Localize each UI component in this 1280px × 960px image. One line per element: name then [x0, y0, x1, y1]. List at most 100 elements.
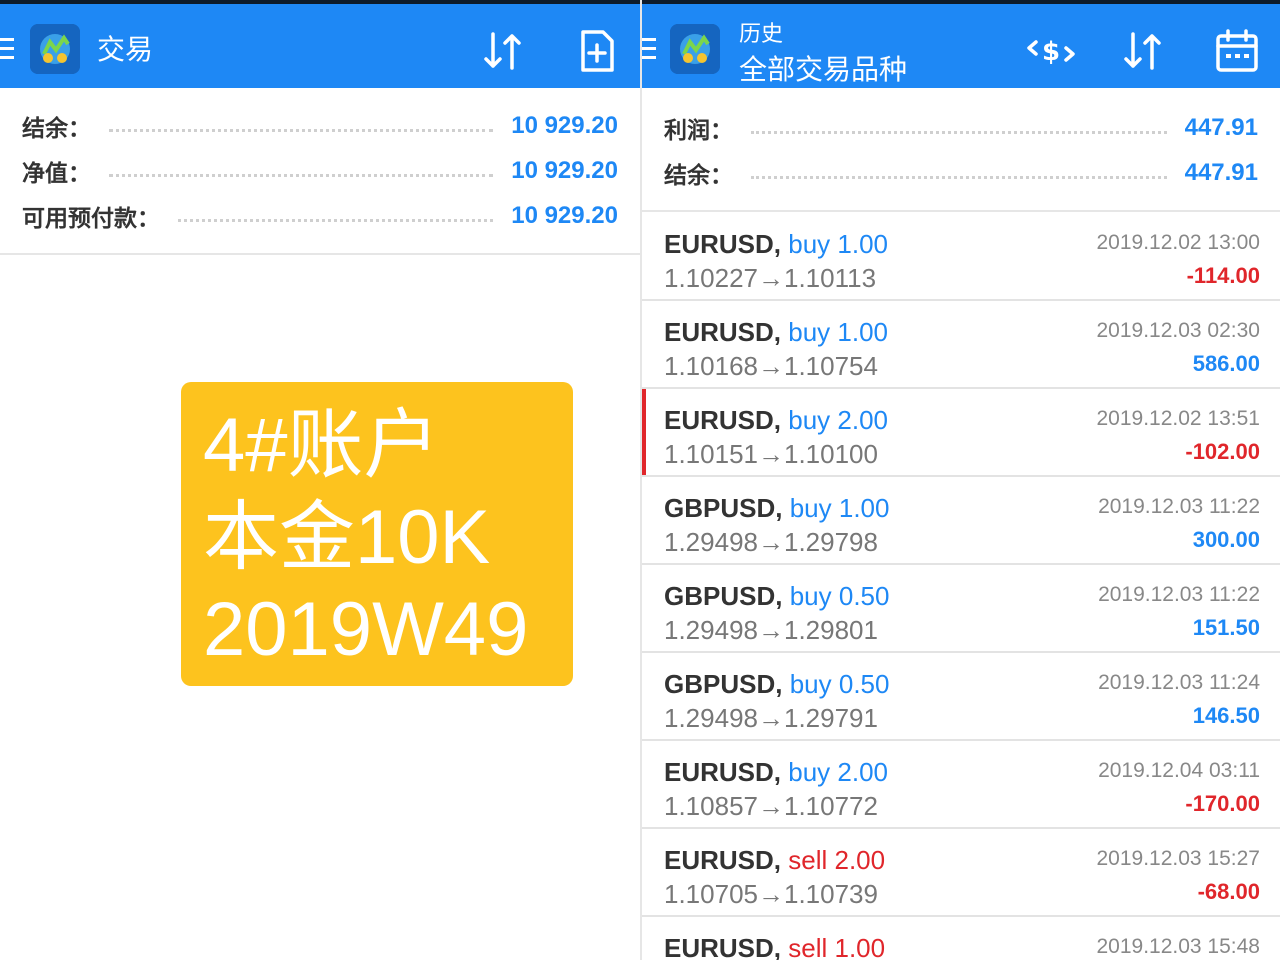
- trade-side: buy 0.50: [790, 581, 890, 611]
- profit-value: 447.91: [1184, 114, 1258, 141]
- trade-prices: 1.29498→1.29791: [664, 703, 878, 734]
- trade-time: 2019.12.03 11:22: [1098, 583, 1260, 606]
- trade-direction: buy: [788, 405, 831, 435]
- trade-direction: sell: [788, 933, 828, 960]
- trade-row[interactable]: EURUSD, buy 1.00 1.10227→1.10113 2019.12.0…: [642, 213, 1280, 301]
- top-app-bar: 交易: [0, 0, 640, 88]
- svg-text:$: $: [1042, 37, 1060, 67]
- close-price: 1.29791: [783, 703, 878, 733]
- trade-profit: 586.00: [1192, 351, 1260, 376]
- trade-title: GBPUSD, buy 0.50: [664, 669, 889, 700]
- deposit-filter-icon[interactable]: $: [1026, 28, 1075, 74]
- dotted-leader: [751, 130, 1167, 134]
- trade-symbol: EURUSD,: [664, 845, 782, 875]
- page-title: 历史: [739, 21, 784, 46]
- sort-icon[interactable]: [480, 28, 526, 74]
- trade-time: 2019.12.03 11:22: [1098, 495, 1260, 518]
- new-order-icon[interactable]: [574, 28, 620, 74]
- trade-title: EURUSD, buy 2.00: [664, 405, 888, 436]
- balance-row: 结余： 10 929.20: [22, 106, 618, 146]
- arrow-icon: →: [757, 615, 784, 645]
- divider: [0, 253, 640, 255]
- trade-side: buy 2.00: [788, 757, 888, 787]
- trade-row[interactable]: GBPUSD, buy 1.00 1.29498→1.29798 2019.12.0…: [642, 477, 1280, 565]
- trade-side: buy 1.00: [788, 317, 888, 347]
- trade-row[interactable]: EURUSD, buy 2.00 1.10857→1.10772 2019.12.0…: [642, 741, 1280, 829]
- trade-row[interactable]: EURUSD, buy 2.00 1.10151→1.10100 2019.12.0…: [642, 389, 1280, 477]
- menu-icon[interactable]: [642, 38, 656, 60]
- trade-volume: 0.50: [838, 581, 890, 611]
- free-margin-row: 可用预付款： 10 929.20: [22, 196, 618, 236]
- trade-profit: 146.50: [1192, 703, 1260, 728]
- trade-direction: sell: [788, 845, 828, 875]
- trade-symbol: GBPUSD,: [664, 669, 783, 699]
- trade-side: buy 2.00: [788, 405, 888, 435]
- open-price: 1.10227: [664, 263, 758, 293]
- trade-prices: 1.29498→1.29798: [664, 527, 878, 558]
- trade-side: buy 1.00: [788, 229, 888, 259]
- menu-icon[interactable]: [0, 38, 14, 60]
- trade-row[interactable]: GBPUSD, buy 0.50 1.29498→1.29801 2019.12.0…: [642, 565, 1280, 653]
- calendar-icon[interactable]: [1214, 28, 1260, 74]
- badge-line-capital: 本金10K: [203, 495, 491, 580]
- close-price: 1.10113: [783, 263, 877, 293]
- divider: [642, 210, 1280, 212]
- trade-side: buy 0.50: [790, 669, 890, 699]
- trade-direction: buy: [788, 757, 831, 787]
- trade-symbol: EURUSD,: [664, 317, 782, 347]
- trade-row[interactable]: EURUSD, sell 2.00 1.10705→1.10739 2019.12.…: [642, 829, 1280, 917]
- history-screen: 历史 全部交易品种 $ 利润： 447.91 结余： 447.91 EURUSD…: [640, 0, 1280, 960]
- trade-side: sell 1.00: [788, 933, 885, 960]
- open-price: 1.29498: [664, 615, 758, 645]
- free-margin-label: 可用预付款：: [22, 205, 160, 231]
- trade-profit: -170.00: [1185, 791, 1260, 816]
- app-logo-icon: [670, 24, 720, 74]
- trade-volume: 1.00: [837, 317, 889, 347]
- trade-row[interactable]: EURUSD, sell 1.00 2019.12.03 15:48: [642, 917, 1280, 960]
- trade-profit: -114.00: [1186, 263, 1260, 288]
- selected-marker: [642, 389, 646, 475]
- trade-time: 2019.12.02 13:00: [1096, 231, 1261, 254]
- open-price: 1.10857: [664, 791, 758, 821]
- trade-title: EURUSD, sell 2.00: [664, 845, 885, 876]
- trade-symbol: EURUSD,: [664, 405, 782, 435]
- trade-direction: buy: [789, 493, 832, 523]
- trade-row[interactable]: GBPUSD, buy 0.50 1.29498→1.29791 2019.12.0…: [642, 653, 1280, 741]
- equity-label: 净值：: [22, 160, 91, 186]
- equity-row: 净值： 10 929.20: [22, 151, 618, 191]
- trade-profit: -102.00: [1185, 439, 1260, 464]
- trade-prices: 1.10227→1.10113: [664, 263, 876, 294]
- trade-time: 2019.12.03 02:30: [1096, 319, 1261, 342]
- close-price: 1.10739: [783, 879, 878, 909]
- trade-title: GBPUSD, buy 1.00: [664, 493, 889, 524]
- trade-time: 2019.12.02 13:51: [1096, 407, 1261, 430]
- trade-title: EURUSD, buy 2.00: [664, 757, 888, 788]
- trade-title: EURUSD, sell 1.00: [664, 933, 885, 960]
- dotted-leader: [109, 173, 494, 177]
- trade-time: 2019.12.03 15:48: [1096, 935, 1261, 958]
- trade-symbol: GBPUSD,: [664, 581, 783, 611]
- trade-symbol: EURUSD,: [664, 933, 782, 960]
- trade-symbol: EURUSD,: [664, 757, 782, 787]
- trade-time: 2019.12.04 03:11: [1098, 759, 1260, 782]
- balance-value: 10 929.20: [511, 112, 618, 139]
- trade-profit: 300.00: [1192, 527, 1260, 552]
- top-app-bar: 历史 全部交易品种 $: [642, 0, 1280, 88]
- close-price: 1.10754: [783, 351, 878, 381]
- trade-prices: 1.10168→1.10754: [664, 351, 878, 382]
- trade-row[interactable]: EURUSD, buy 1.00 1.10168→1.10754 2019.12.0…: [642, 301, 1280, 389]
- trade-prices: 1.10151→1.10100: [664, 439, 878, 470]
- balance-label: 结余：: [664, 162, 733, 188]
- profit-label: 利润：: [664, 117, 733, 143]
- trade-title: GBPUSD, buy 0.50: [664, 581, 889, 612]
- trade-symbol: EURUSD,: [664, 229, 782, 259]
- arrow-icon: →: [757, 527, 784, 557]
- account-badge: 4#账户 本金10K 2019W49: [181, 382, 573, 686]
- open-price: 1.10705: [664, 879, 758, 909]
- sort-icon[interactable]: [1120, 28, 1166, 74]
- badge-line-account: 4#账户: [203, 403, 440, 488]
- symbol-filter[interactable]: 全部交易品种: [739, 48, 907, 88]
- trade-side: buy 1.00: [790, 493, 890, 523]
- dotted-leader: [178, 218, 494, 222]
- balance-label: 结余：: [22, 115, 91, 141]
